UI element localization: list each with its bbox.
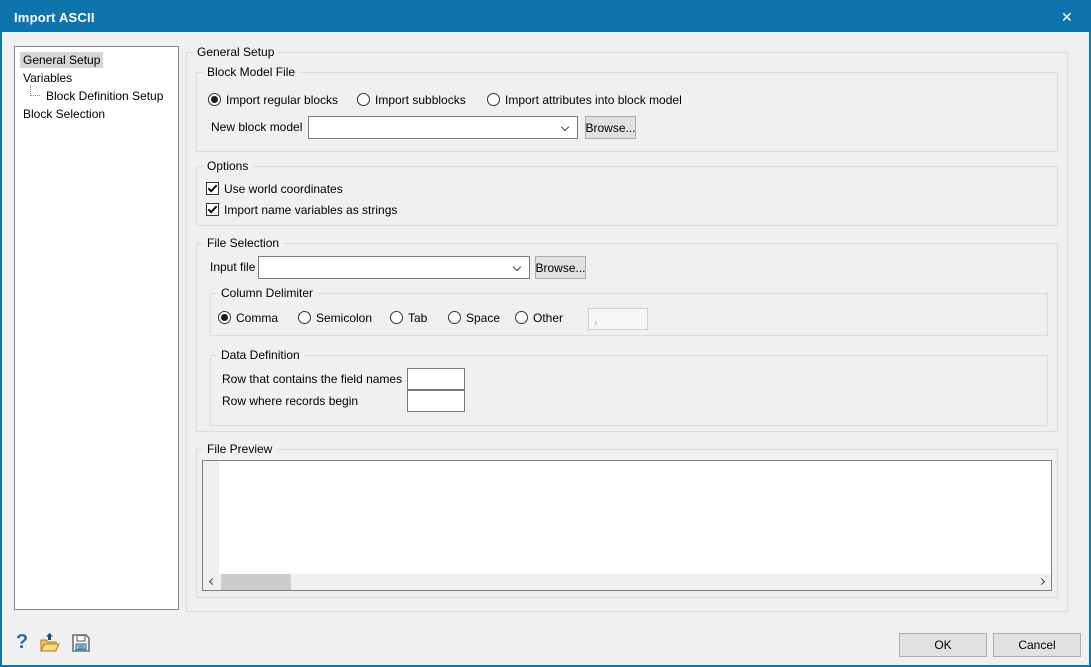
dialog-body: General Setup Variables Block Definition… (2, 32, 1089, 665)
radio-dot-icon (487, 93, 500, 106)
tree-item-general-setup[interactable]: General Setup (15, 51, 178, 69)
radio-import-subblocks[interactable]: Import subblocks (357, 92, 466, 107)
radio-dot-icon (515, 311, 528, 324)
new-block-model-combobox[interactable] (308, 116, 578, 139)
radio-dot-icon (208, 93, 221, 106)
block-model-file-group-title: Block Model File (203, 65, 299, 79)
options-group-title: Options (203, 159, 252, 173)
data-definition-group-title: Data Definition (217, 348, 304, 362)
chevron-down-icon (513, 263, 521, 271)
tree-item-block-selection[interactable]: Block Selection (15, 105, 178, 123)
radio-dot-icon (218, 311, 231, 324)
scroll-right-icon[interactable] (1034, 574, 1051, 590)
radio-delimiter-space[interactable]: Space (448, 310, 500, 325)
radio-dot-icon (448, 311, 461, 324)
input-file-combobox[interactable] (258, 256, 530, 279)
setup-tree: General Setup Variables Block Definition… (14, 46, 179, 610)
title-bar: Import ASCII ✕ (2, 2, 1089, 32)
new-block-model-label: New block model (211, 120, 302, 134)
close-icon[interactable]: ✕ (1045, 2, 1089, 32)
tree-branch-line (30, 86, 40, 96)
browse-block-model-button[interactable]: Browse... (585, 116, 636, 139)
tree-item-variables[interactable]: Variables (15, 69, 178, 87)
file-selection-group-title: File Selection (203, 236, 283, 250)
checkbox-use-world-coordinates[interactable]: Use world coordinates (206, 181, 343, 196)
radio-delimiter-comma[interactable]: Comma (218, 310, 278, 325)
checkbox-icon (206, 182, 219, 195)
cancel-button[interactable]: Cancel (993, 633, 1081, 657)
radio-delimiter-other[interactable]: Other (515, 310, 563, 325)
ok-button[interactable]: OK (899, 633, 987, 657)
checkbox-import-name-variables[interactable]: Import name variables as strings (206, 202, 397, 217)
radio-dot-icon (357, 93, 370, 106)
radio-dot-icon (390, 311, 403, 324)
scroll-left-icon[interactable] (203, 574, 220, 590)
browse-input-file-button[interactable]: Browse... (535, 256, 586, 279)
field-names-row-label: Row that contains the field names (222, 372, 402, 386)
scrollbar-thumb[interactable] (221, 574, 291, 590)
chevron-down-icon (561, 123, 569, 131)
open-folder-icon[interactable] (38, 632, 62, 654)
radio-delimiter-tab[interactable]: Tab (390, 310, 427, 325)
records-begin-row-label: Row where records begin (222, 394, 358, 408)
dialog-title: Import ASCII (14, 10, 95, 25)
other-delimiter-field[interactable]: , (588, 308, 648, 330)
options-group: Options (196, 166, 1058, 226)
radio-dot-icon (298, 311, 311, 324)
checkbox-icon (206, 203, 219, 216)
field-names-row-input[interactable] (407, 368, 465, 390)
tree-item-block-definition-setup[interactable]: Block Definition Setup (15, 87, 178, 105)
radio-import-regular-blocks[interactable]: Import regular blocks (208, 92, 338, 107)
data-definition-group: Data Definition (210, 355, 1048, 426)
input-file-label: Input file (210, 260, 255, 274)
radio-delimiter-semicolon[interactable]: Semicolon (298, 310, 372, 325)
column-delimiter-group-title: Column Delimiter (217, 286, 317, 300)
radio-import-attributes[interactable]: Import attributes into block model (487, 92, 682, 107)
records-begin-row-input[interactable] (407, 390, 465, 412)
file-preview-pane[interactable] (202, 460, 1052, 591)
save-icon[interactable] (70, 632, 94, 654)
general-setup-group-title: General Setup (193, 45, 278, 59)
horizontal-scrollbar[interactable] (203, 574, 1051, 590)
preview-gutter (203, 461, 219, 574)
file-preview-group-title: File Preview (203, 442, 276, 456)
import-ascii-dialog: Import ASCII ✕ General Setup Variables B… (0, 0, 1091, 667)
help-icon[interactable]: ? (12, 630, 32, 654)
block-model-file-group: Block Model File (196, 72, 1058, 152)
